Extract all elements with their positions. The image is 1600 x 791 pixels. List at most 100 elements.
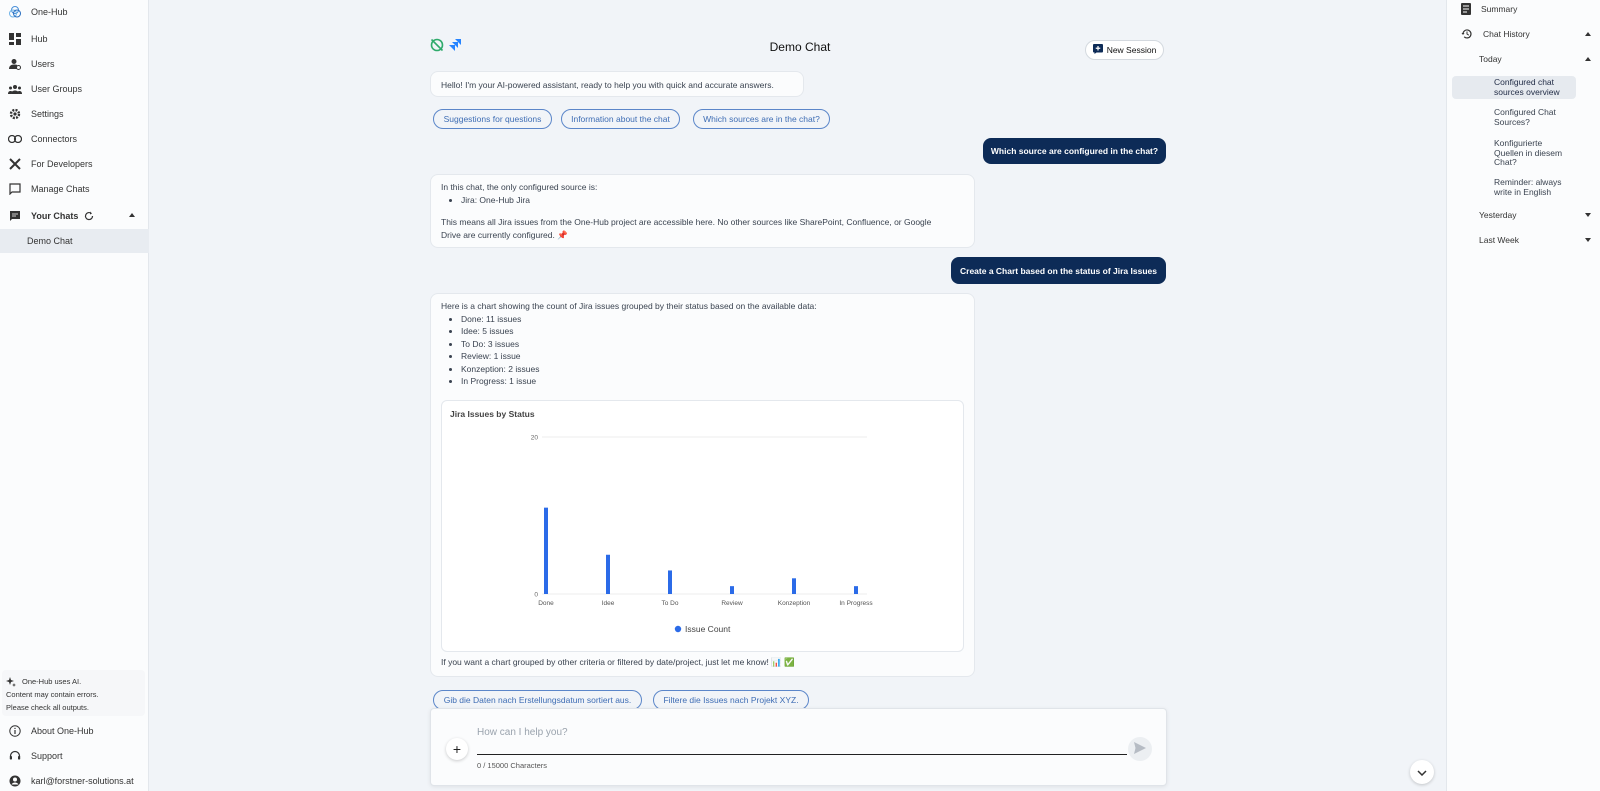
info-icon <box>8 724 22 738</box>
list-item: To Do: 3 issues <box>461 338 964 351</box>
sidebar-about[interactable]: About One-Hub <box>0 719 149 743</box>
sidebar-item-hub[interactable]: Hub <box>0 27 149 51</box>
list-item: Done: 11 issues <box>461 313 964 326</box>
suggestion-chip[interactable]: Suggestions for questions <box>433 109 552 129</box>
add-chat-icon <box>1092 44 1103 56</box>
ai-note-line1: One-Hub uses AI. <box>22 677 82 686</box>
sidebar-user-account[interactable]: karl@forstner-solutions.at <box>0 769 149 791</box>
sidebar-item-settings[interactable]: Settings <box>0 102 149 126</box>
support-label: Support <box>31 751 63 761</box>
y-tick-label: 20 <box>531 435 539 442</box>
followup-chip[interactable]: Gib die Daten nach Erstellungsdatum sort… <box>433 690 642 710</box>
input-underline <box>477 754 1127 755</box>
scroll-down-button[interactable] <box>1410 760 1434 784</box>
chart-card: Jira Issues by Status 0 20 Done Idee To Do Re… <box>441 400 964 652</box>
one-hub-logo-icon <box>8 5 22 19</box>
user-email: karl@forstner-solutions.at <box>31 776 134 786</box>
legend-swatch <box>674 625 682 633</box>
greeting-text: Hello! I'm your AI-powered assistant, re… <box>441 80 774 90</box>
x-tick-label: Review <box>721 600 743 607</box>
summary-link[interactable]: Summary <box>1461 3 1517 15</box>
chevron-up-icon[interactable] <box>1585 32 1591 36</box>
ai-note-line3: Please check all outputs. <box>6 703 89 712</box>
new-session-button[interactable]: New Session <box>1085 40 1164 60</box>
globe-off-icon <box>430 38 444 55</box>
new-session-label: New Session <box>1106 45 1157 55</box>
message-input[interactable] <box>477 723 1127 741</box>
user-message: Create a Chart based on the status of Ji… <box>951 257 1166 284</box>
list-item: Idee: 5 issues <box>461 325 964 338</box>
sidebar-item-label: Users <box>31 59 55 69</box>
list-item: Konzeption: 2 issues <box>461 363 964 376</box>
brand[interactable]: One-Hub <box>0 0 149 24</box>
sidebar-your-chats[interactable]: Your Chats <box>0 204 149 228</box>
jira-icon <box>448 38 462 55</box>
chip-label: Information about the chat <box>571 114 670 124</box>
list-item: Review: 1 issue <box>461 350 964 363</box>
account-circle-icon <box>8 774 22 788</box>
history-item-text: write in English <box>1494 186 1552 197</box>
chevron-up-icon[interactable] <box>129 213 135 217</box>
history-item[interactable]: Konfigurierte Quellen in diesem Chat? <box>1452 137 1576 170</box>
history-item[interactable]: Configured Chat Sources? <box>1452 106 1576 129</box>
group-label: Yesterday <box>1479 210 1517 220</box>
sidebar-item-for-developers[interactable]: For Developers <box>0 152 149 176</box>
sidebar-item-users[interactable]: Users <box>0 52 149 76</box>
chevron-down-icon <box>1417 765 1427 779</box>
reply-intro: Here is a chart showing the count of Jir… <box>441 301 817 311</box>
reply-bullet: Jira: One-Hub Jira <box>461 194 964 207</box>
chevron-up-icon[interactable] <box>1585 57 1591 61</box>
sidebar-chat-demo-chat[interactable]: Demo Chat <box>0 229 149 253</box>
sidebar-item-manage-chats[interactable]: Manage Chats <box>0 177 149 201</box>
chat-history-toggle[interactable]: Chat History <box>1461 28 1591 40</box>
history-icon <box>1461 28 1473 40</box>
about-label: About One-Hub <box>31 726 94 736</box>
add-attachment-button[interactable]: + <box>446 738 468 760</box>
assistant-greeting: Hello! I'm your AI-powered assistant, re… <box>430 71 804 97</box>
document-icon <box>1461 3 1471 15</box>
legend-label: Issue Count <box>685 624 731 634</box>
ai-note-line2: Content may contain errors. <box>6 690 99 699</box>
plus-icon: + <box>452 741 462 757</box>
x-tick-label: Done <box>538 600 554 607</box>
chat-history-label: Chat History <box>1483 29 1530 39</box>
history-item[interactable]: Configured chat sources overview <box>1452 76 1576 99</box>
chevron-down-icon[interactable] <box>1585 213 1591 217</box>
link-icon <box>8 132 22 146</box>
send-button[interactable] <box>1128 737 1152 761</box>
x-tick-label: Idee <box>602 600 615 607</box>
summary-label: Summary <box>1481 4 1518 14</box>
bar <box>730 586 734 594</box>
group-last-week[interactable]: Last Week <box>1479 235 1591 245</box>
groups-icon <box>8 82 22 96</box>
sidebar-item-connectors[interactable]: Connectors <box>0 127 149 151</box>
left-sidebar: One-Hub Hub Users User Groups Settings C… <box>0 0 149 791</box>
reply-outro: Drive are currently configured. 📌 <box>441 229 568 240</box>
tools-icon <box>8 157 22 171</box>
ai-disclaimer: One-Hub uses AI. Content may contain err… <box>2 670 145 716</box>
sidebar-support[interactable]: Support <box>0 744 149 768</box>
assistant-reply: In this chat, the only configured source… <box>430 174 975 248</box>
suggestion-chip[interactable]: Which sources are in the chat? <box>693 109 830 129</box>
group-today[interactable]: Today <box>1479 54 1591 64</box>
history-item-text: sources overview <box>1494 86 1560 97</box>
history-item-text: Chat? <box>1494 157 1517 167</box>
chip-label: Suggestions for questions <box>443 114 542 124</box>
suggestion-chip[interactable]: Information about the chat <box>561 109 680 129</box>
history-item[interactable]: Reminder: always write in English <box>1452 176 1576 199</box>
group-yesterday[interactable]: Yesterday <box>1479 210 1591 220</box>
character-count: 0 / 15000 Characters <box>477 761 548 770</box>
followup-chip[interactable]: Filtere die Issues nach Projekt XYZ. <box>653 690 809 710</box>
bar <box>668 570 672 594</box>
history-item-text: Sources? <box>1494 116 1530 127</box>
chevron-down-icon[interactable] <box>1585 238 1591 242</box>
sidebar-item-label: For Developers <box>31 159 93 169</box>
right-sidebar: Summary Chat History Today Configured ch… <box>1446 0 1600 791</box>
refresh-icon[interactable] <box>84 211 94 221</box>
status-list: Done: 11 issues Idee: 5 issues To Do: 3 … <box>441 313 964 388</box>
sidebar-item-user-groups[interactable]: User Groups <box>0 77 149 101</box>
your-chats-label: Your Chats <box>31 211 79 221</box>
headset-icon <box>8 749 22 763</box>
chip-label: Gib die Daten nach Erstellungsdatum sort… <box>443 695 632 705</box>
x-tick-label: In Progress <box>839 600 873 607</box>
